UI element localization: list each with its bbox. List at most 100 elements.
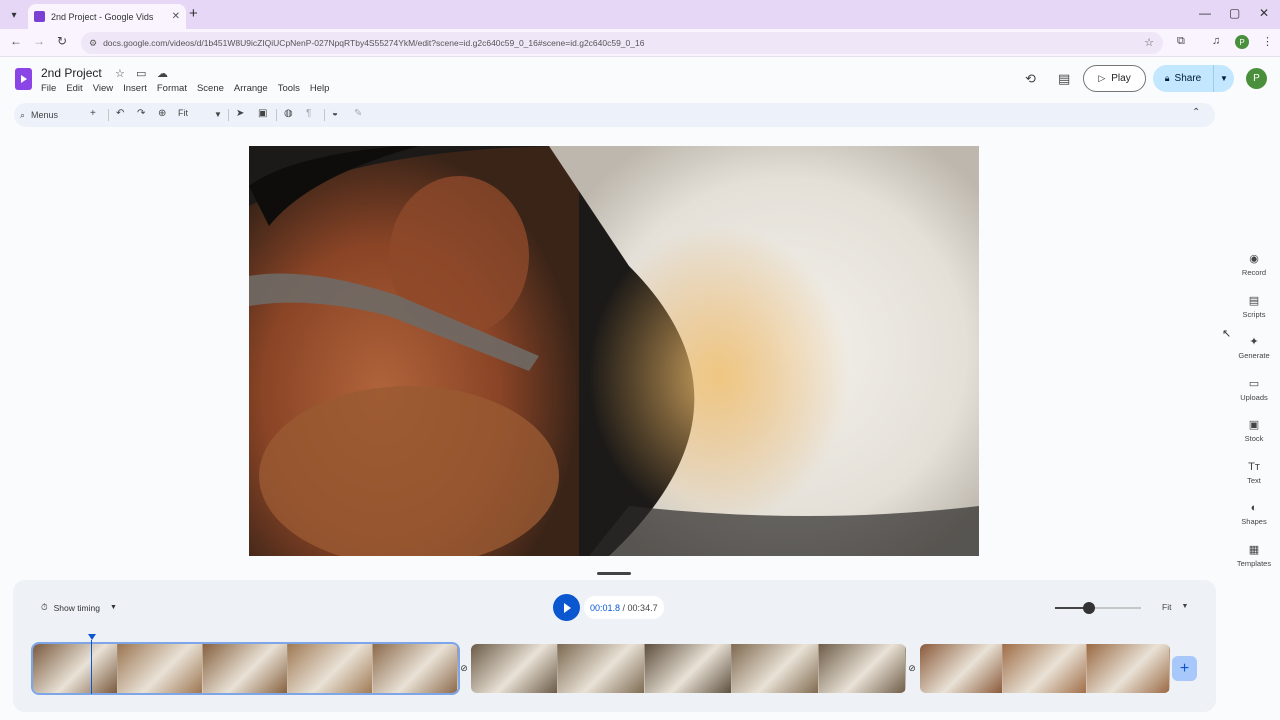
side-panel-scripts[interactable]: ▤ Scripts xyxy=(1232,294,1276,319)
transition-icon[interactable]: ⊘ xyxy=(458,662,470,674)
scene-clip-2[interactable] xyxy=(471,644,906,693)
menu-insert[interactable]: Insert xyxy=(123,83,147,94)
zoom-slider-handle[interactable] xyxy=(1083,602,1096,614)
search-menus-button[interactable]: ⌕ Menus xyxy=(20,106,58,124)
side-panel-uploads[interactable]: ▭ Uploads xyxy=(1232,377,1276,402)
timeline-panel: ⏱︎ Show timing ▼ 00:01.8 / 00:34.7 Fit ▼… xyxy=(13,580,1216,712)
side-panel-stock[interactable]: ▣ Stock xyxy=(1232,418,1276,443)
text-box-icon[interactable]: ▣ xyxy=(258,108,267,119)
account-avatar[interactable]: P xyxy=(1246,68,1267,89)
timeline-fit-select[interactable]: Fit ▼ xyxy=(1162,602,1188,612)
side-panel-label: Templates xyxy=(1236,558,1272,568)
fill-color-icon[interactable]: ◒ xyxy=(332,108,338,119)
paint-format-icon[interactable]: ¶ xyxy=(306,108,311,119)
border-color-icon[interactable]: ✎ xyxy=(354,108,362,119)
maximize-icon[interactable]: ▢ xyxy=(1229,6,1240,20)
forward-icon[interactable]: → xyxy=(33,34,45,48)
side-panel-generate[interactable]: ✦ Generate xyxy=(1232,335,1276,360)
version-history-icon[interactable]: ⟲ xyxy=(1025,71,1036,87)
show-timing-label: Show timing xyxy=(53,602,100,613)
show-timing-button[interactable]: ⏱︎ Show timing ▼ xyxy=(33,597,125,618)
timeline-play-button[interactable] xyxy=(553,594,580,621)
url-field[interactable]: ⚙ docs.google.com/videos/d/1b451W8U9icZI… xyxy=(81,32,1163,54)
browser-profile-avatar[interactable]: P xyxy=(1235,35,1249,49)
templates-icon: ▦ xyxy=(1248,543,1260,556)
scene-clip-1[interactable] xyxy=(31,642,460,695)
clip-thumbnail xyxy=(118,644,203,693)
fit-label: Fit xyxy=(1162,602,1172,612)
minimize-icon[interactable]: — xyxy=(1199,6,1211,20)
new-scene-icon[interactable]: + xyxy=(90,108,96,119)
browser-tab[interactable]: 2nd Project - Google Vids ✕ xyxy=(28,4,186,29)
mouse-cursor-icon: ↖ xyxy=(1222,328,1232,340)
side-panel-record[interactable]: ◉ Record xyxy=(1232,252,1276,277)
share-button[interactable]: 🔒︎ Share ▼ xyxy=(1153,65,1234,92)
tab-close-icon[interactable]: ✕ xyxy=(172,11,180,22)
current-time: 00:01.8 xyxy=(590,602,621,613)
share-dropdown-icon[interactable]: ▼ xyxy=(1214,74,1234,83)
menu-tools[interactable]: Tools xyxy=(278,83,300,94)
background-icon[interactable]: ◍ xyxy=(284,108,293,119)
search-icon: ⌕ xyxy=(20,109,26,120)
menu-format[interactable]: Format xyxy=(157,83,187,94)
editing-toolbar: ⌕ Menus + ↶ ↷ ⊕ Fit ▼ ➤ ▣ ◍ ¶ ◒ ✎ ⌃ xyxy=(14,103,1215,127)
side-panel-text[interactable]: Tт Text xyxy=(1232,460,1276,485)
clip-thumbnail xyxy=(732,644,819,693)
back-icon[interactable]: ← xyxy=(10,34,22,48)
side-panel-label: Scripts xyxy=(1242,309,1266,319)
site-info-icon[interactable]: ⚙ xyxy=(89,38,97,49)
playhead-handle[interactable] xyxy=(88,634,96,640)
play-icon: ▷ xyxy=(1098,73,1106,83)
close-window-icon[interactable]: ✕ xyxy=(1259,6,1269,20)
canvas-resize-handle[interactable] xyxy=(597,572,631,575)
menu-arrange[interactable]: Arrange xyxy=(234,83,268,94)
extensions-icon[interactable]: ⧉ xyxy=(1177,35,1185,48)
google-vids-logo-icon[interactable] xyxy=(15,68,32,90)
add-scene-button[interactable]: + xyxy=(1172,656,1197,681)
media-controls-icon[interactable]: ♫ xyxy=(1212,35,1220,47)
text-icon: Tт xyxy=(1248,460,1260,473)
move-folder-icon[interactable]: ▭ xyxy=(136,67,146,80)
url-text: docs.google.com/videos/d/1b451W8U9icZIQi… xyxy=(103,38,645,48)
timing-icon: ⏱︎ xyxy=(41,602,48,612)
bookmark-star-icon[interactable]: ☆ xyxy=(1144,36,1154,49)
timeline-zoom-slider[interactable] xyxy=(1055,602,1141,614)
clip-thumbnail xyxy=(288,644,373,693)
star-icon[interactable]: ☆ xyxy=(115,67,125,80)
clip-thumbnail xyxy=(819,644,906,693)
clip-thumbnail xyxy=(1086,644,1170,693)
new-tab-button[interactable]: + xyxy=(189,6,198,22)
menu-scene[interactable]: Scene xyxy=(197,83,224,94)
comments-icon[interactable]: ▤ xyxy=(1058,71,1070,87)
menu-file[interactable]: File xyxy=(41,83,56,94)
uploads-icon: ▭ xyxy=(1248,377,1260,390)
zoom-dropdown-icon[interactable]: ▼ xyxy=(214,110,222,119)
browser-menu-icon[interactable]: ⋮ xyxy=(1262,35,1273,48)
side-panel-label: Stock xyxy=(1244,434,1264,443)
side-panel-label: Shapes xyxy=(1241,517,1267,526)
scene-clip-3[interactable] xyxy=(920,644,1170,693)
zoom-icon[interactable]: ⊕ xyxy=(158,108,166,119)
menu-bar: File Edit View Insert Format Scene Arrange Tool… xyxy=(41,83,339,94)
side-panel-shapes[interactable]: ◐ Shapes xyxy=(1232,501,1276,526)
clip-thumbnail xyxy=(920,644,1004,693)
play-label: Play xyxy=(1111,73,1131,84)
menu-view[interactable]: View xyxy=(93,83,113,94)
menu-edit[interactable]: Edit xyxy=(66,83,82,94)
redo-icon[interactable]: ↷ xyxy=(137,108,145,119)
play-button[interactable]: ▷ Play xyxy=(1083,65,1146,92)
clip-thumbnail xyxy=(1003,644,1087,693)
reload-icon[interactable]: ↻ xyxy=(57,34,67,48)
collapse-toolbar-icon[interactable]: ⌃ xyxy=(1192,107,1200,118)
document-title[interactable]: 2nd Project xyxy=(41,66,102,80)
cloud-saved-icon: ☁ xyxy=(157,68,168,80)
chevron-down-icon: ▼ xyxy=(1181,603,1189,610)
menu-help[interactable]: Help xyxy=(310,83,330,94)
transition-icon[interactable]: ⊘ xyxy=(906,662,918,674)
scene-video-canvas[interactable] xyxy=(249,146,979,556)
tab-search-icon[interactable]: ▾ xyxy=(4,5,24,25)
side-panel-templates[interactable]: ▦ Templates xyxy=(1232,543,1276,568)
zoom-select[interactable]: Fit xyxy=(178,108,188,118)
select-pointer-icon[interactable]: ➤ xyxy=(236,108,244,119)
undo-icon[interactable]: ↶ xyxy=(116,108,124,119)
